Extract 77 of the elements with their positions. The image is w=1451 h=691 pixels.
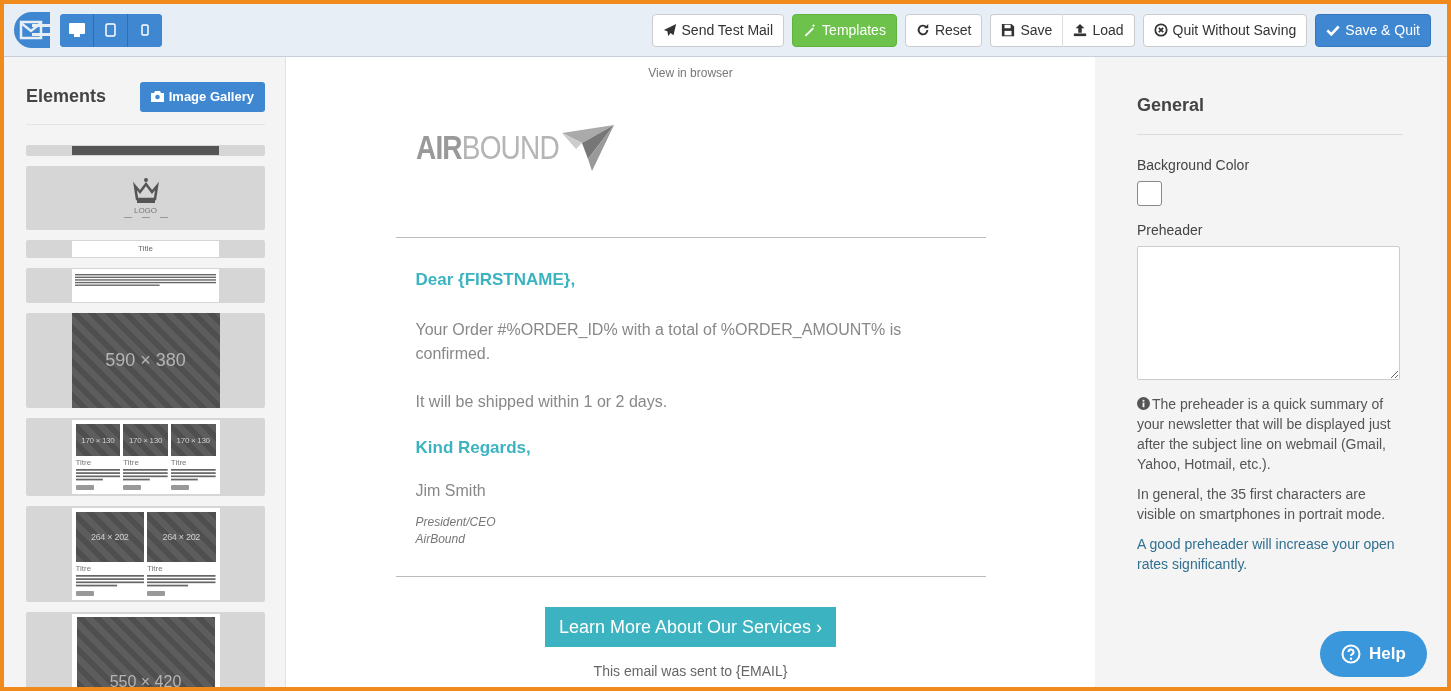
size-label: 590 × 380 [105, 350, 186, 371]
text-lines-drawing [170, 469, 216, 483]
upload-icon [1073, 23, 1088, 37]
circled-x-icon [1153, 23, 1168, 37]
help-text: In general, the 35 first characters are visible on smartphones in portrait mode. [1137, 485, 1387, 524]
help-text: A good preheader will increase your open rates significantly. [1137, 535, 1396, 574]
checkmark-icon [1326, 23, 1341, 37]
column-title: Titre [123, 458, 140, 467]
signature-line: President/CEO [415, 514, 497, 531]
brand-logo-text: AIRBOUND [415, 128, 559, 167]
column-title: Titre [75, 458, 93, 467]
help-text: The preheader is a quick summary of your newsletter that will be displayed just after the subject line on webmail (Gmail, Yahoo, Hotmail, etc.). [1137, 395, 1392, 474]
nav-block-thumbnail[interactable] [26, 145, 265, 156]
logo-block-thumbnail[interactable]: LOGO [26, 166, 265, 230]
title-block-thumbnail[interactable]: Title [26, 240, 265, 258]
column-title: Titre [170, 458, 188, 467]
image-block-thumbnail[interactable]: 550 × 420 [26, 612, 265, 687]
signature-name: Jim Smith [415, 482, 487, 500]
columns-block-thumbnail[interactable]: 170 × 130 Titre 170 × 130 Titre 170 × 130 Titre [26, 418, 265, 496]
app-logo [12, 10, 52, 50]
greeting-text: Dear {FIRSTNAME}, [415, 270, 577, 290]
size-label: 264 × 202 [90, 532, 129, 542]
column-title: Titre [75, 564, 93, 573]
image-gallery-button[interactable]: Image Gallery [139, 81, 265, 112]
title-label: Title [72, 241, 219, 257]
size-label: 264 × 202 [162, 532, 201, 542]
cta-button[interactable]: Learn More About Our Services › [544, 607, 837, 647]
phone-icon [141, 24, 149, 36]
signature-line: AirBound [415, 531, 466, 548]
size-label: 170 × 130 [81, 435, 115, 445]
column-title: Titre [147, 564, 164, 573]
footer-text: This email was sent to {EMAIL} [592, 663, 789, 679]
field-label: Preheader [1137, 222, 1204, 238]
mini-button-drawing [147, 591, 165, 596]
body-paragraph: It will be shipped within 1 or 2 days. [415, 392, 669, 412]
toolbar-button[interactable]: Reset [904, 13, 983, 47]
toolbar-button[interactable]: Save [990, 13, 1063, 47]
preheader-field[interactable] [1137, 246, 1400, 380]
toolbar-button[interactable]: Load [1062, 13, 1135, 47]
text-lines-drawing [147, 575, 216, 589]
paper-plane-icon [561, 124, 614, 171]
mini-button-drawing [123, 485, 142, 490]
mini-button-drawing [75, 591, 94, 596]
text-lines-drawing [75, 469, 121, 483]
columns-block-thumbnail[interactable]: 264 × 202 Titre 264 × 202 Titre [26, 506, 265, 602]
desktop-view-button[interactable] [60, 13, 94, 47]
link-row-drawing [123, 216, 168, 219]
mini-button-drawing [75, 485, 94, 490]
view-in-browser-link[interactable]: View in browser [395, 66, 986, 80]
text-lines-drawing [123, 469, 168, 483]
size-label: 550 × 420 [109, 673, 182, 687]
crown-icon [131, 177, 160, 205]
camera-icon [150, 91, 164, 102]
image-block-thumbnail[interactable]: 590 × 380 [26, 313, 265, 408]
monitor-icon [68, 23, 85, 37]
toolbar-button[interactable]: Save & Quit [1315, 13, 1431, 47]
toolbar-button[interactable]: Send Test Mail [651, 13, 785, 47]
paper-plane-icon [662, 23, 677, 37]
info-icon [1137, 397, 1150, 410]
text-block-thumbnail[interactable] [26, 268, 265, 303]
closing-text: Kind Regards, [415, 438, 532, 458]
question-icon [1341, 644, 1362, 664]
size-label: 170 × 130 [176, 435, 210, 445]
redo-icon [915, 23, 930, 37]
help-button[interactable]: Help [1320, 631, 1427, 677]
color-swatch[interactable] [1137, 181, 1162, 206]
tablet-icon [105, 23, 116, 37]
field-label: Background Color [1137, 157, 1251, 173]
toolbar-button[interactable]: Quit Without Saving [1142, 13, 1308, 47]
logo-label: LOGO [133, 206, 158, 215]
text-lines-drawing [75, 575, 144, 589]
body-paragraph: Your Order #%ORDER_ID% with a total of %ORDER_AMOUNT% is confirmed. [415, 320, 903, 364]
sidebar-title: Elements [26, 86, 107, 107]
panel-title: General [1137, 95, 1403, 135]
mini-button-drawing [170, 485, 189, 490]
magic-wand-icon [803, 23, 818, 37]
size-label: 170 × 130 [128, 435, 163, 445]
